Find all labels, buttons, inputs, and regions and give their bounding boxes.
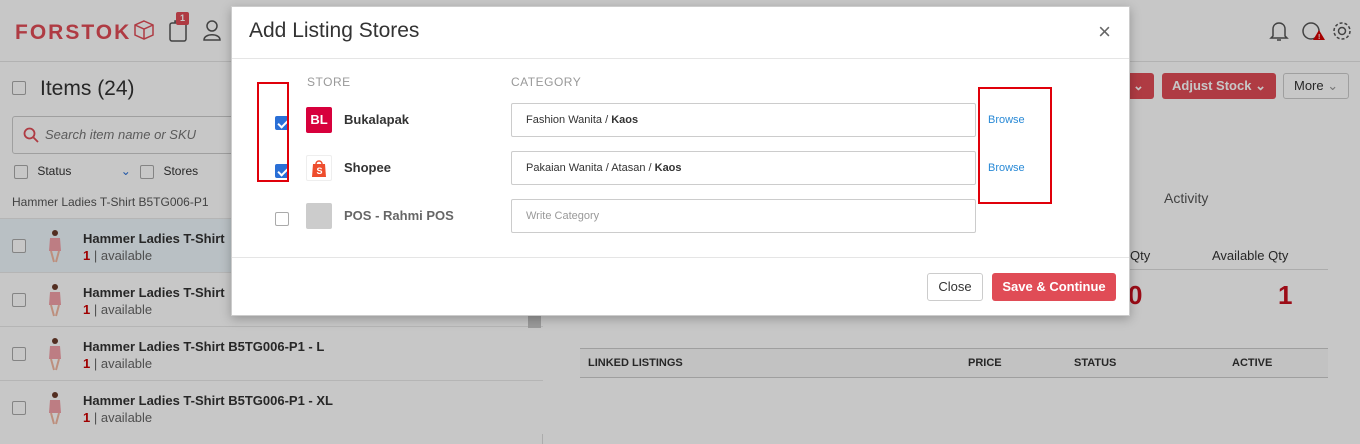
store-name: POS - Rahmi POS bbox=[344, 208, 454, 223]
pos-logo-placeholder bbox=[306, 203, 332, 229]
pos-checkbox[interactable] bbox=[275, 212, 289, 226]
modal-footer-divider bbox=[232, 257, 1129, 258]
category-path: Pakaian Wanita / Atasan / bbox=[526, 162, 655, 174]
shopee-category-field[interactable]: Pakaian Wanita / Atasan / Kaos bbox=[511, 151, 976, 185]
category-leaf: Kaos bbox=[654, 162, 682, 174]
bukalapak-category-field[interactable]: Fashion Wanita / Kaos bbox=[511, 103, 976, 137]
scrollbar-thumb[interactable] bbox=[528, 316, 541, 328]
modal-header: Add Listing Stores × bbox=[232, 7, 1129, 59]
category-path: Fashion Wanita / bbox=[526, 114, 612, 126]
browse-highlight-annotation bbox=[978, 87, 1052, 204]
close-icon[interactable]: × bbox=[1098, 19, 1111, 45]
pos-category-input[interactable]: Write Category bbox=[511, 199, 976, 233]
store-name: Shopee bbox=[344, 160, 391, 175]
store-column-header: STORE bbox=[307, 75, 351, 89]
checkbox-highlight-annotation bbox=[257, 82, 289, 182]
store-row-pos: POS - Rahmi POS Write Category bbox=[232, 199, 1129, 239]
save-continue-button[interactable]: Save & Continue bbox=[992, 273, 1116, 301]
shopee-bag-icon: S bbox=[312, 160, 326, 177]
shopee-logo-letter: S bbox=[317, 166, 323, 176]
modal-title: Add Listing Stores bbox=[249, 19, 420, 42]
add-listing-stores-modal: Add Listing Stores × STORE CATEGORY BL B… bbox=[231, 6, 1130, 316]
close-button[interactable]: Close bbox=[927, 273, 983, 301]
category-column-header: CATEGORY bbox=[511, 75, 582, 89]
bukalapak-logo-icon: BL bbox=[306, 107, 332, 133]
shopee-logo-icon: S bbox=[306, 155, 332, 181]
store-name: Bukalapak bbox=[344, 112, 410, 127]
category-leaf: Kaos bbox=[611, 114, 639, 126]
